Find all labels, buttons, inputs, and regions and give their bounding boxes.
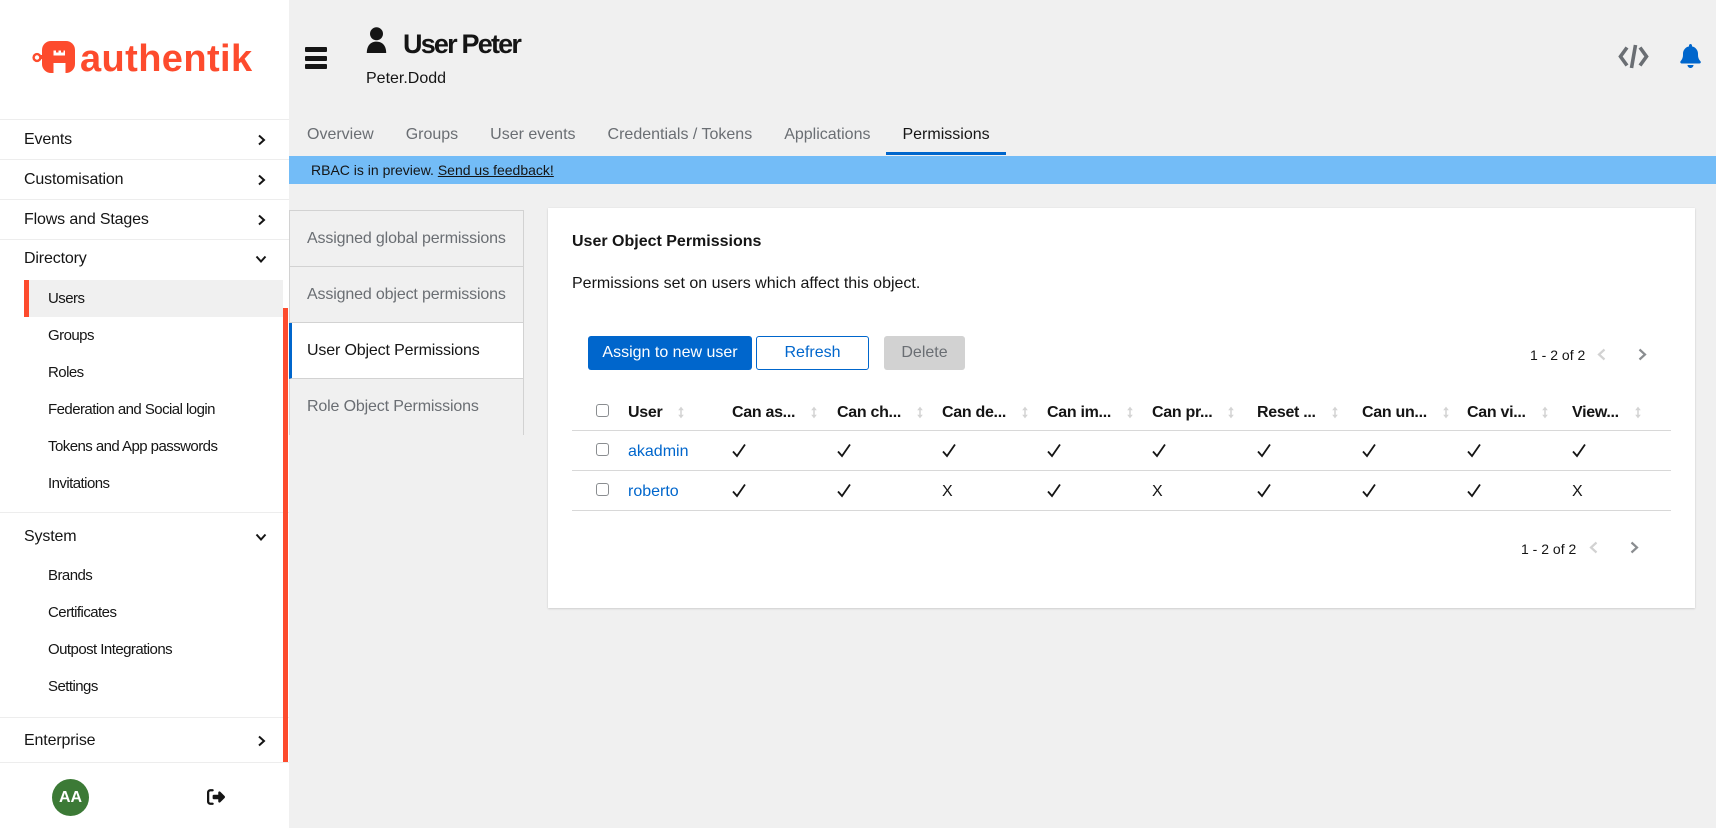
svg-text:authentik: authentik — [80, 38, 253, 80]
